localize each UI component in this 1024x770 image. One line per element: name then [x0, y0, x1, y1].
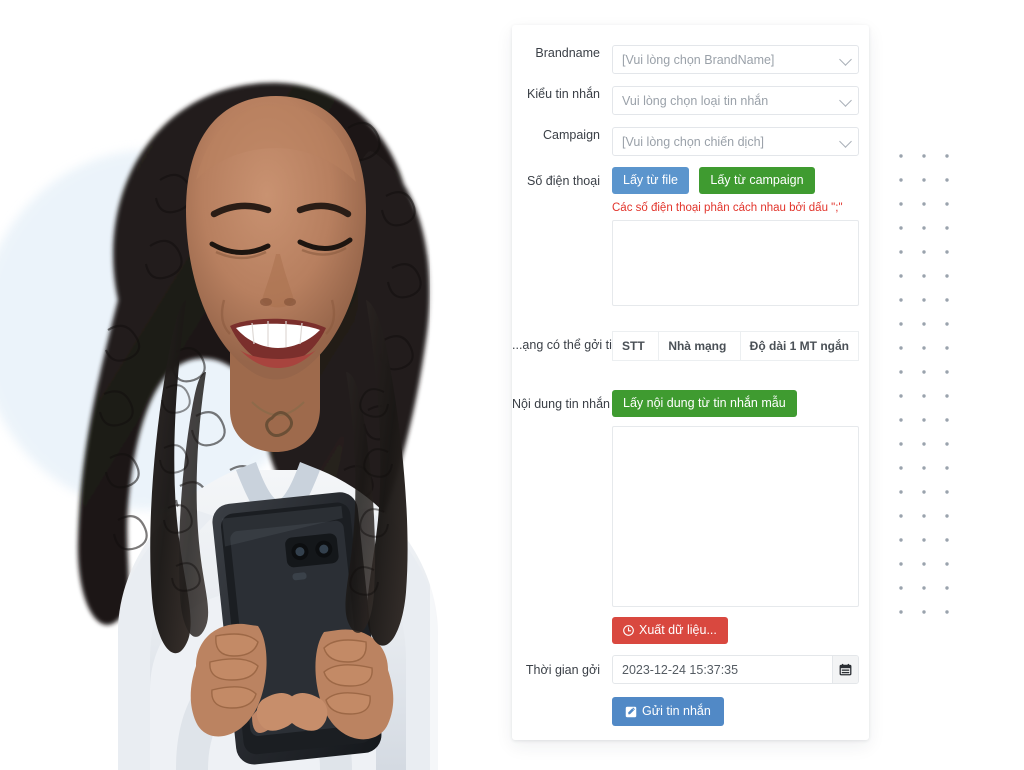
label-send-time: Thời gian gởi — [525, 663, 600, 677]
field-row-brandname: Brandname [Vui lòng chọn BrandName] — [512, 45, 869, 74]
chevron-down-icon — [839, 134, 852, 148]
send-message-label: Gửi tin nhắn — [642, 704, 711, 718]
get-from-campaign-button[interactable]: Lấy từ campaign — [699, 167, 815, 194]
networks-col-length: Độ dài 1 MT ngắn — [739, 331, 860, 361]
send-sms-form-card: Brandname [Vui lòng chọn BrandName] Kiểu… — [512, 25, 869, 740]
send-time-datepicker[interactable]: 2023-12-24 15:37:35 — [612, 655, 859, 684]
dot-grid-right — [899, 154, 949, 614]
pencil-icon — [625, 706, 637, 718]
label-content: Nội dung tin nhắn — [512, 397, 610, 411]
campaign-select[interactable]: [Vui lòng chọn chiến dịch] — [612, 127, 859, 156]
label-brandname: Brandname — [535, 46, 600, 60]
export-data-button[interactable]: Xuất dữ liệu... — [612, 617, 728, 644]
hero-photo — [0, 0, 520, 770]
field-row-submit: Gửi tin nhắn — [512, 697, 869, 726]
message-content-textarea[interactable] — [612, 426, 859, 607]
field-row-networks: ...ạng có thể gởi tin STT Nhà mạng Độ dà… — [512, 331, 869, 361]
networks-table-header-row: STT Nhà mạng Độ dài 1 MT ngắn — [611, 331, 860, 361]
campaign-select-value: [Vui lòng chọn chiến dịch] — [622, 134, 764, 149]
brandname-select[interactable]: [Vui lòng chọn BrandName] — [612, 45, 859, 74]
networks-col-carrier: Nhà mạng — [658, 331, 741, 361]
message-type-select[interactable]: Vui lòng chọn loại tin nhắn — [612, 86, 859, 115]
export-icon — [623, 625, 634, 636]
networks-col-stt: STT — [611, 331, 660, 361]
photo-illustration — [0, 0, 520, 770]
calendar-icon[interactable] — [832, 656, 858, 683]
send-time-value[interactable]: 2023-12-24 15:37:35 — [613, 656, 832, 683]
get-from-template-button[interactable]: Lấy nội dung từ tin nhắn mẫu — [612, 390, 797, 417]
label-message-type: Kiểu tin nhắn — [527, 87, 600, 101]
message-type-select-value: Vui lòng chọn loại tin nhắn — [622, 93, 769, 108]
label-phone: Số điện thoại — [527, 174, 600, 188]
export-data-label: Xuất dữ liệu... — [639, 623, 717, 637]
phone-numbers-textarea[interactable] — [612, 220, 859, 306]
field-row-message-type: Kiểu tin nhắn Vui lòng chọn loại tin nhắ… — [512, 86, 869, 115]
phone-separator-hint: Các số điện thoại phân cách nhau bởi dấu… — [612, 202, 843, 214]
send-message-button[interactable]: Gửi tin nhắn — [612, 697, 724, 726]
chevron-down-icon — [839, 93, 852, 107]
brandname-select-value: [Vui lòng chọn BrandName] — [622, 52, 775, 67]
field-row-send-time: Thời gian gởi 2023-12-24 15:37:35 — [512, 655, 869, 684]
field-row-campaign: Campaign [Vui lòng chọn chiến dịch] — [512, 127, 869, 156]
label-campaign: Campaign — [543, 128, 600, 142]
chevron-down-icon — [839, 52, 852, 66]
field-row-content: Nội dung tin nhắn Lấy nội dung từ tin nh… — [512, 390, 869, 644]
field-row-phone: Số điện thoại Lấy từ file Lấy từ campaig… — [512, 167, 869, 306]
get-from-file-button[interactable]: Lấy từ file — [612, 167, 689, 194]
label-networks: ...ạng có thể gởi tin — [512, 338, 619, 352]
networks-table: STT Nhà mạng Độ dài 1 MT ngắn — [611, 331, 860, 361]
